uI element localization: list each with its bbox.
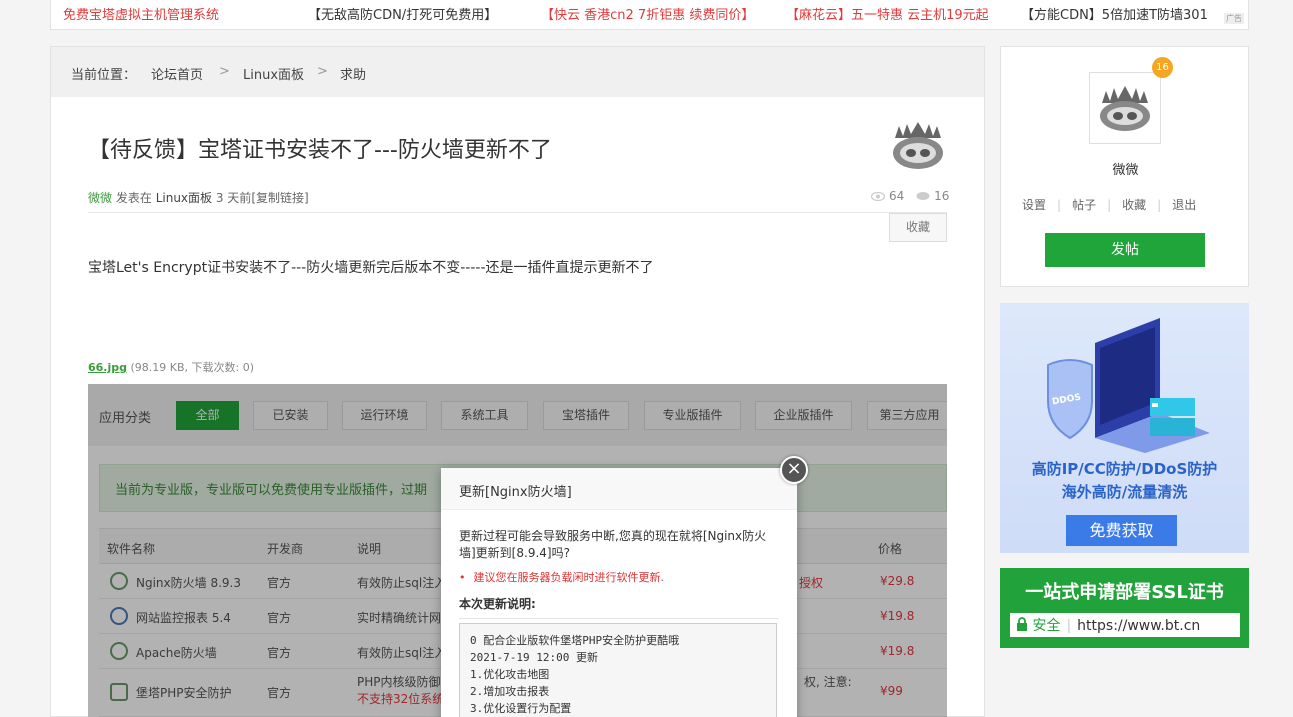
note-line: 2.增加攻击报表 <box>470 685 550 698</box>
secure-label: 安全 <box>1032 618 1061 634</box>
breadcrumb-home[interactable]: 论坛首页 <box>151 64 203 83</box>
eye-icon <box>871 192 885 201</box>
dialog-notes: 0 配合企业版软件堡塔PHP安全防护更酷哦 2021-7-19 12:00 更新… <box>459 623 777 717</box>
ssl-url: https://www.bt.cn <box>1077 618 1201 634</box>
avatar-icon <box>893 122 943 169</box>
author-avatar[interactable] <box>889 120 947 172</box>
top-ad-link-4[interactable]: 【麻花云】五一特惠 云主机19元起 <box>786 4 989 23</box>
url-separator: | <box>1066 618 1072 634</box>
ssl-url-bar: 安全 | https://www.bt.cn <box>1010 613 1240 637</box>
breadcrumb-label: 当前位置： <box>71 68 137 83</box>
new-post-button[interactable]: 发帖 <box>1045 233 1205 267</box>
avatar-icon <box>1100 86 1150 131</box>
user-links: 设置 | 帖子 | 收藏 | 退出 <box>1022 196 1232 213</box>
top-ad-bar: 免费宝塔虚拟主机管理系统 【无敌高防CDN/打死可免费用】 【快云 香港cn2 … <box>50 0 1249 30</box>
post-author[interactable]: 微微 <box>88 191 112 205</box>
favorites-link[interactable]: 收藏 <box>1122 196 1146 213</box>
attachment: 66.jpg (98.19 KB, 下载次数: 0) <box>88 359 254 375</box>
username[interactable]: 微微 <box>1001 159 1250 178</box>
attachment-info: (98.19 KB, 下载次数: 0) <box>130 361 255 374</box>
view-count: 64 <box>889 189 905 203</box>
ssl-ad-headline: 一站式申请部署SSL证书 <box>1025 582 1224 603</box>
post-forum-link[interactable]: Linux面板 <box>156 191 212 205</box>
notification-badge[interactable]: 16 <box>1152 57 1173 78</box>
top-ad-link-3[interactable]: 【快云 香港cn2 7折钜惠 续费同价】 <box>541 4 754 23</box>
attachment-link[interactable]: 66.jpg <box>88 361 127 374</box>
lock-icon <box>1017 617 1027 631</box>
close-icon: × <box>780 456 808 484</box>
dialog-message: 更新过程可能会导致服务中断,您真的现在就将[Nginx防火墙]更新到[8.9.4… <box>459 529 767 560</box>
divider <box>88 212 947 213</box>
breadcrumb-separator: > <box>219 64 230 79</box>
post-container: 【待反馈】宝塔证书安装不了---防火墙更新不了 微微 发表在 Linux面板 3… <box>50 97 985 717</box>
server-illustration <box>1047 318 1210 453</box>
attachment-image[interactable]: 应用分类 全部 已安装 运行环境 系统工具 宝塔插件 专业版插件 企业版插件 第… <box>88 384 947 717</box>
post-meta: 微微 发表在 Linux面板 3 天前[复制链接] <box>88 189 309 206</box>
link-separator: | <box>1157 198 1162 212</box>
note-line: 1.优化攻击地图 <box>470 668 550 681</box>
post-time: 3 天前 <box>215 191 252 205</box>
user-avatar[interactable] <box>1089 72 1161 144</box>
post-stats: 64 16 <box>871 189 949 203</box>
breadcrumb-separator: > <box>317 64 328 79</box>
dialog-notes-title: 本次更新说明: <box>459 595 779 619</box>
top-ad-link-5[interactable]: 【方能CDN】5倍加速T防墙301 <box>1021 4 1208 23</box>
comment-icon <box>916 192 930 200</box>
ddos-ad-subline: 海外高防/流量清洗 <box>1061 483 1188 501</box>
favorite-button[interactable]: 收藏 <box>889 213 947 242</box>
note-line: 3.优化设置行为配置 <box>470 702 572 715</box>
post-title: 【待反馈】宝塔证书安装不了---防火墙更新不了 <box>88 138 552 163</box>
logout-link[interactable]: 退出 <box>1172 196 1196 213</box>
settings-link[interactable]: 设置 <box>1022 196 1046 213</box>
dialog-title: 更新[Nginx防火墙] <box>441 468 797 510</box>
breadcrumb-forum[interactable]: Linux面板 <box>243 64 304 83</box>
free-trial-button[interactable]: 免费获取 <box>1066 515 1177 546</box>
ad-tag: 广告 <box>1224 13 1244 24</box>
ddos-ad-banner[interactable]: DDOS 高防IP/CC防护/DDoS防护 海外高防/流量清洗 免费获取 <box>1000 303 1249 553</box>
link-separator: | <box>1057 198 1062 212</box>
ddos-ad-headline: 高防IP/CC防护/DDoS防护 <box>1031 460 1218 478</box>
copy-link[interactable]: [复制链接] <box>251 191 308 205</box>
update-dialog: 更新[Nginx防火墙] 更新过程可能会导致服务中断,您真的现在就将[Nginx… <box>441 468 797 717</box>
top-ad-link-2[interactable]: 【无敌高防CDN/打死可免费用】 <box>308 4 497 23</box>
posted-in-label: 发表在 <box>115 191 152 205</box>
posts-link[interactable]: 帖子 <box>1072 196 1096 213</box>
reply-count: 16 <box>934 189 950 203</box>
post-body: 宝塔Let's Encrypt证书安装不了---防火墙更新完后版本不变-----… <box>88 260 654 276</box>
breadcrumb: 当前位置： 论坛首页 > Linux面板 > 求助 <box>50 46 985 98</box>
breadcrumb-subforum[interactable]: 求助 <box>340 64 366 83</box>
note-line: 0 配合企业版软件堡塔PHP安全防护更酷哦 <box>470 634 680 647</box>
ssl-ad-banner[interactable]: 一站式申请部署SSL证书 安全 | https://www.bt.cn <box>1000 568 1249 648</box>
top-ad-link-1[interactable]: 免费宝塔虚拟主机管理系统 <box>63 4 219 23</box>
note-line: 2021-7-19 12:00 更新 <box>470 651 598 664</box>
user-panel: 16 微微 设置 | 帖子 | 收藏 | 退出 发帖 <box>1000 46 1249 287</box>
dialog-warning: 建议您在服务器负载闲时进行软件更新. <box>459 569 665 585</box>
link-separator: | <box>1107 198 1112 212</box>
